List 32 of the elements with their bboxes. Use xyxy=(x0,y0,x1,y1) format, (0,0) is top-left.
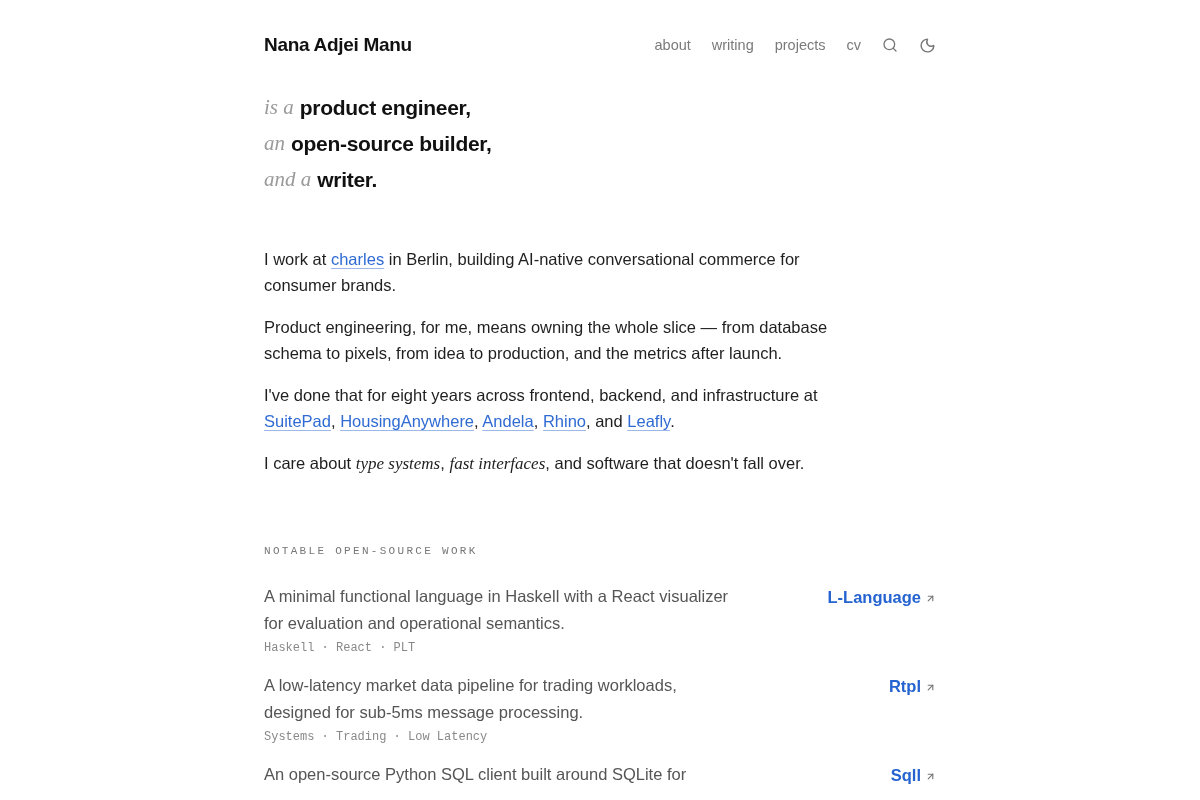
project-tags: Systems · Trading · Low Latency xyxy=(264,729,739,745)
tagline-role: open-source builder, xyxy=(291,131,492,158)
tagline-lead: an xyxy=(264,130,285,158)
inline-link[interactable]: Leafly xyxy=(627,412,671,430)
intro-paragraph: I care about type systems, fast interfaces, and software that doesn't fall over. xyxy=(264,453,806,475)
project-link[interactable]: Sqll xyxy=(890,763,921,786)
nav-link[interactable]: writing xyxy=(711,35,754,55)
project-description: A minimal functional language in Haskell with a React visualizer for evaluation and operational semantics. xyxy=(264,586,730,634)
project-description: A low-latency market data pipeline for trading workloads, designed for sub-5ms message processing. xyxy=(264,675,678,723)
nav-link[interactable]: projects xyxy=(774,35,826,55)
section-heading: NOTABLE OPEN-SOURCE WORK xyxy=(264,544,478,559)
tagline-lead: and a xyxy=(264,166,312,194)
tagline-role: product engineer, xyxy=(299,95,471,122)
tagline-role: writer. xyxy=(317,167,377,194)
nav-link[interactable]: cv xyxy=(846,35,861,55)
project-link[interactable]: L-Language xyxy=(827,585,921,608)
project-link[interactable]: Rtpl xyxy=(888,674,921,697)
intro-paragraph: I work at charles in Berlin, building AI-native conversational commerce for consumer brands. xyxy=(264,249,801,296)
inline-link[interactable]: charles xyxy=(330,250,385,268)
project-description: An open-source Python SQL client built around SQLite for xyxy=(264,764,688,785)
moon-icon[interactable] xyxy=(919,36,936,54)
inline-link[interactable]: HousingAnywhere xyxy=(340,412,475,430)
inline-link[interactable]: Andela xyxy=(482,412,534,430)
search-icon[interactable] xyxy=(882,37,898,53)
inline-link[interactable]: SuitePad xyxy=(264,412,331,430)
project-tags: Haskell · React · PLT xyxy=(264,640,739,656)
tagline-lead: is a xyxy=(264,94,294,122)
inline-link[interactable]: Rhino xyxy=(542,412,586,430)
intro-paragraph: I've done that for eight years across frontend, backend, and infrastructure at SuitePad, HousingAnywhere, Andela, Rhino, and Leafly. xyxy=(264,385,819,432)
intro-paragraph: Product engineering, for me, means owning the whole slice — from database schema to pixels, from idea to production, and the metrics after launch. xyxy=(264,317,829,364)
site-title[interactable]: Nana Adjei Manu xyxy=(264,34,412,56)
nav-link[interactable]: about xyxy=(654,35,691,55)
